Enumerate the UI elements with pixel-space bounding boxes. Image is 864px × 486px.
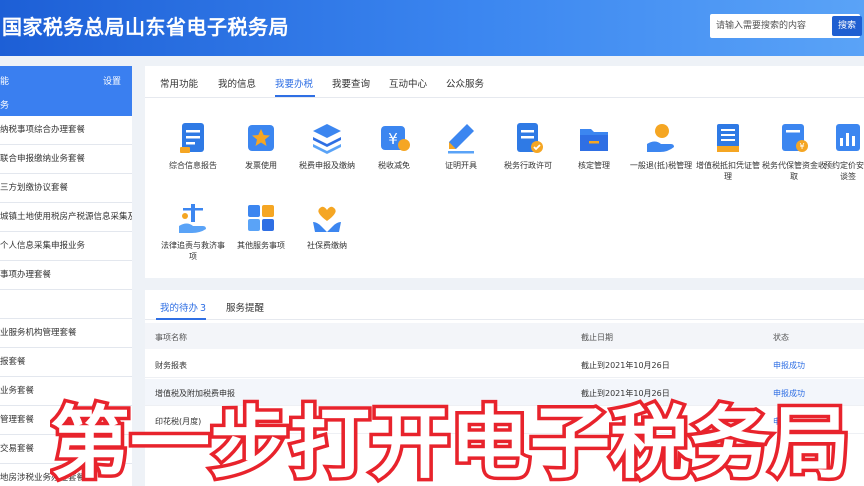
func-label: 证明开具 [445,161,477,170]
tab-my-todo-label: 我的待办 [160,303,199,314]
tab-common[interactable]: 常用功能 [160,76,198,90]
caption-overlay: 第一步打开电子税务局 [50,396,854,486]
row-name: 财务报表 [155,361,187,370]
site-title: 国家税务总局山东省电子税务局 [2,15,289,39]
sidebar-header: 能 设置 务 [0,66,132,116]
func-label: 其他服务事项 [237,241,285,250]
svg-text:¥: ¥ [388,130,398,148]
ledger-icon [717,124,739,152]
layers-icon [313,124,341,154]
active-tab-indicator [156,318,206,320]
chart-doc-icon [836,124,860,151]
yen-tag-icon: ¥ [381,126,410,151]
search-input[interactable] [710,14,828,38]
tab-my-info[interactable]: 我的信息 [218,76,256,90]
sidebar-item[interactable]: 纳税事项综合办理套餐 [0,116,132,145]
sidebar-item[interactable]: 事项办理套餐 [0,261,132,290]
func-label: 税费申报及缴纳 [299,161,355,170]
func-invoice[interactable]: 发票使用 [226,120,296,171]
func-label: 社保费缴纳 [307,241,347,250]
func-label: 法律追责与救济事项 [161,241,225,261]
column-header-deadline: 截止日期 [581,333,613,342]
func-label: 预约定价安排谈签 [824,161,864,181]
sidebar-item[interactable]: 城镇土地使用税房产税源信息采集及申 [0,203,132,232]
sidebar-item[interactable]: 报套餐 [0,348,132,377]
table-row[interactable]: 财务报表 截止到2021年10月26日 申报成功 [145,351,864,378]
func-social-insurance[interactable]: 社保费缴纳 [292,200,362,251]
tab-public-service[interactable]: 公众服务 [446,76,484,90]
tab-query[interactable]: 我要查询 [332,76,370,90]
func-assessment[interactable]: 核定管理 [559,120,629,171]
row-deadline: 截止到2021年10月26日 [581,361,670,370]
caption-text: 第一步打开电子税务局 [50,399,850,486]
func-label: 税务代保管资金收取 [762,161,826,181]
main-tabs: 常用功能 我的信息 我要办税 我要查询 互动中心 公众服务 [145,66,864,98]
search-button[interactable]: 搜索 [832,16,862,36]
active-tab-indicator [275,95,315,97]
hands-heart-icon [313,206,341,232]
safe-doc-icon: ¥ [782,124,808,152]
func-label: 税务行政许可 [504,161,552,170]
func-info-report[interactable]: 综合信息报告 [158,120,228,171]
sidebar-header-label: 能 [0,77,10,87]
func-label: 税收减免 [378,161,410,170]
sidebar-item[interactable] [0,290,132,319]
doc-check-icon [517,123,543,153]
func-declare-pay[interactable]: 税费申报及缴纳 [292,120,362,171]
func-admin-license[interactable]: 税务行政许可 [493,120,563,171]
func-label: 一般退(抵)税管理 [629,161,693,170]
hand-scale-icon [179,204,206,233]
tab-handle-tax[interactable]: 我要办税 [275,76,313,90]
todo-count-badge: 3 [200,303,207,314]
top-header: 国家税务总局山东省电子税务局 搜索 [0,0,864,56]
func-other-services[interactable]: 其他服务事项 [226,200,296,251]
folder-icon [580,129,608,151]
invoice-star-icon [248,125,274,151]
sidebar-item[interactable]: 业服务机构管理套餐 [0,319,132,348]
search-box: 搜索 [710,14,862,38]
func-tax-relief[interactable]: ¥ 税收减免 [359,120,429,171]
sidebar-item[interactable]: 联合申报缴纳业务套餐 [0,145,132,174]
func-label: 发票使用 [245,161,277,170]
sidebar-item[interactable]: 三方划缴协议套餐 [0,174,132,203]
column-header-name: 事项名称 [155,333,187,342]
table-header: 事项名称 截止日期 状态 [145,323,864,349]
pencil-icon [448,124,474,154]
func-legal-remedy[interactable]: 法律追责与救济事项 [158,200,228,262]
tab-interaction[interactable]: 互动中心 [389,76,427,90]
func-vat-voucher[interactable]: 增值税抵扣凭证管理 [693,120,763,182]
tab-my-todo[interactable]: 我的待办 3 [160,300,206,314]
sidebar-sub-label: 务 [0,101,10,111]
row-status[interactable]: 申报成功 [773,360,805,371]
svg-text:¥: ¥ [799,142,804,151]
func-custody-fund[interactable]: ¥ 税务代保管资金收取 [759,120,829,182]
puzzle-icon [248,205,274,231]
func-refund[interactable]: 一般退(抵)税管理 [626,120,696,171]
func-certificate[interactable]: 证明开具 [426,120,496,171]
func-label: 综合信息报告 [169,161,217,170]
doc-list-icon [180,123,204,153]
sidebar-item[interactable]: 个人信息采集申报业务 [0,232,132,261]
pending-tabs: 我的待办 3 服务提醒 [145,290,864,320]
main-panel: 常用功能 我的信息 我要办税 我要查询 互动中心 公众服务 综合信息报告 发票使… [145,66,864,278]
refund-hand-icon [647,124,674,152]
tab-service-reminder[interactable]: 服务提醒 [226,300,264,314]
sidebar-settings-link[interactable]: 设置 [103,74,121,87]
column-header-status: 状态 [773,333,789,342]
func-label: 核定管理 [578,161,610,170]
func-pricing[interactable]: 预约定价安排谈签 [823,120,864,182]
func-label: 增值税抵扣凭证管理 [696,161,760,181]
